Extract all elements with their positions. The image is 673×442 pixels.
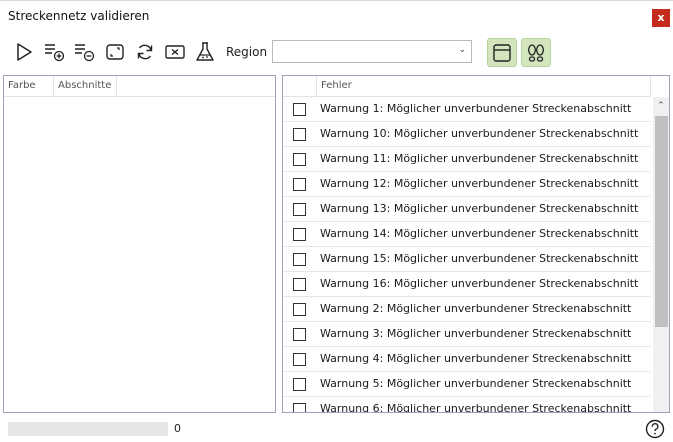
error-text: Warnung 4: Möglicher unverbundener Strec… [320,352,632,365]
window-title: Streckennetz validieren [8,9,150,23]
error-text: Warnung 3: Möglicher unverbundener Strec… [320,327,632,340]
row-checkbox[interactable] [293,103,306,116]
clear-button[interactable] [163,40,187,64]
run-button[interactable] [12,40,36,64]
chevron-down-icon: ⌄ [458,45,466,55]
error-text: Warnung 16: Möglicher unverbundener Stre… [320,277,639,290]
column-header-sections[interactable]: Abschnitte [54,76,117,96]
scroll-thumb[interactable] [655,116,668,327]
route-toggle[interactable] [521,38,551,67]
row-checkbox[interactable] [293,128,306,141]
refresh-button[interactable] [133,40,157,64]
errors-scrollbar[interactable]: ⌃ [653,97,669,412]
row-checkbox[interactable] [293,153,306,166]
error-row[interactable]: Warnung 14: Möglicher unverbundener Stre… [283,222,651,247]
sections-header: Farbe Abschnitte [4,76,275,97]
region-label: Region [226,45,268,59]
frame-icon [106,44,124,60]
error-row[interactable]: Warnung 16: Möglicher unverbundener Stre… [283,272,651,297]
row-checkbox[interactable] [293,228,306,241]
error-row[interactable]: Warnung 11: Möglicher unverbundener Stre… [283,147,651,172]
error-text: Warnung 12: Möglicher unverbundener Stre… [320,177,639,190]
error-row[interactable]: Warnung 13: Möglicher unverbundener Stre… [283,197,651,222]
error-row[interactable]: Warnung 12: Möglicher unverbundener Stre… [283,172,651,197]
error-row[interactable]: Warnung 2: Möglicher unverbundener Strec… [283,297,651,322]
error-row[interactable]: Warnung 1: Möglicher unverbundener Strec… [283,97,651,122]
error-text: Warnung 15: Möglicher unverbundener Stre… [320,252,639,265]
clear-icon [165,45,185,59]
row-checkbox[interactable] [293,278,306,291]
error-row[interactable]: Warnung 5: Möglicher unverbundener Strec… [283,372,651,397]
column-header-check[interactable] [283,76,317,96]
layout-panel-icon [493,43,511,62]
flask-icon [196,42,214,61]
list-remove-icon [75,44,95,62]
close-button[interactable]: x [652,9,670,27]
test-button[interactable] [193,40,217,64]
error-row[interactable]: Warnung 6: Möglicher unverbundener Strec… [283,397,651,413]
error-text: Warnung 6: Möglicher unverbundener Strec… [320,402,632,413]
footprints-icon [528,43,544,62]
row-checkbox[interactable] [293,328,306,341]
progress-count: 0 [174,422,181,435]
zoom-to-extent-button[interactable] [103,40,127,64]
layout-toggle[interactable] [487,38,517,67]
list-add-icon [45,44,65,62]
row-checkbox[interactable] [293,403,306,412]
row-checkbox[interactable] [293,303,306,316]
region-dropdown[interactable]: ⌄ [272,40,472,63]
column-header-color[interactable]: Farbe [4,76,54,96]
toolbar: Region ⌄ [0,37,673,69]
error-text: Warnung 2: Möglicher unverbundener Strec… [320,302,632,315]
row-checkbox[interactable] [293,253,306,266]
help-icon [645,419,665,439]
error-text: Warnung 10: Möglicher unverbundener Stre… [320,127,639,140]
help-button[interactable] [645,419,665,439]
refresh-icon [137,44,153,60]
row-checkbox[interactable] [293,203,306,216]
error-text: Warnung 11: Möglicher unverbundener Stre… [320,152,639,165]
run-icon [17,43,32,61]
error-text: Warnung 1: Möglicher unverbundener Strec… [320,102,632,115]
progress-bar [8,422,168,436]
title-bar: Streckennetz validieren x [0,1,673,33]
error-text: Warnung 14: Möglicher unverbundener Stre… [320,227,639,240]
sections-panel: Farbe Abschnitte [3,75,276,413]
error-row[interactable]: Warnung 4: Möglicher unverbundener Strec… [283,347,651,372]
errors-panel: Fehler Warnung 1: Möglicher unverbundene… [282,75,670,413]
add-to-list-button[interactable] [42,40,66,64]
row-checkbox[interactable] [293,378,306,391]
error-text: Warnung 5: Möglicher unverbundener Strec… [320,377,632,390]
error-text: Warnung 13: Möglicher unverbundener Stre… [320,202,639,215]
row-checkbox[interactable] [293,353,306,366]
row-checkbox[interactable] [293,178,306,191]
error-row[interactable]: Warnung 3: Möglicher unverbundener Strec… [283,322,651,347]
error-row[interactable]: Warnung 10: Möglicher unverbundener Stre… [283,122,651,147]
validation-window: Streckennetz validieren x Region ⌄ Farbe… [0,0,673,441]
column-header-errors[interactable]: Fehler [317,76,651,96]
errors-header: Fehler [283,76,651,97]
error-row[interactable]: Warnung 15: Möglicher unverbundener Stre… [283,247,651,272]
scroll-up-icon[interactable]: ⌃ [653,97,669,115]
remove-from-list-button[interactable] [72,40,96,64]
